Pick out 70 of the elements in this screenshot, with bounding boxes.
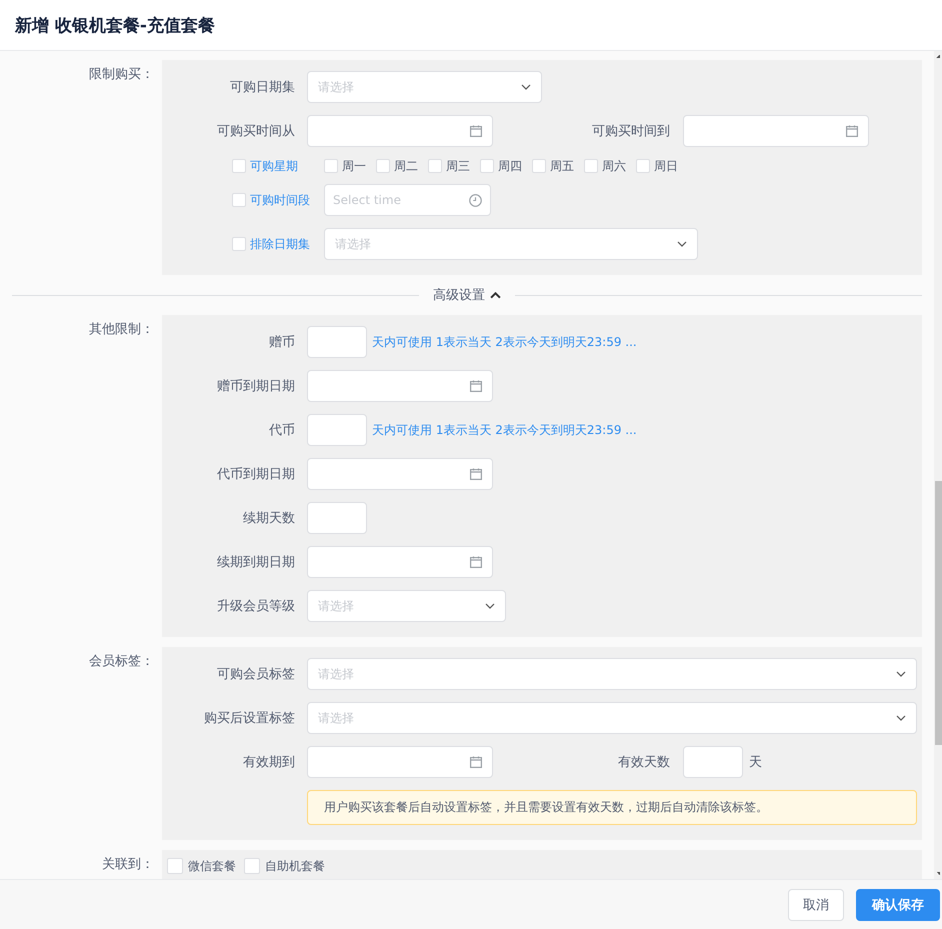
- chevron-down-icon: [521, 84, 531, 90]
- section-label: 会员标签：: [89, 654, 154, 669]
- calendar-icon: [470, 756, 482, 768]
- field-label: 代币: [268, 422, 295, 439]
- hint-text: 天内可使用 1表示当天 2表示今天到明天23:59 ...: [372, 334, 637, 350]
- calendar-icon: [470, 556, 482, 568]
- hint-text: 天内可使用 1表示当天 2表示今天到明天23:59 ...: [372, 422, 637, 438]
- dialog-title: 新增 收银机套餐-充值套餐: [15, 14, 215, 36]
- advanced-settings-toggle[interactable]: 高级设置: [419, 286, 515, 304]
- calendar-icon: [470, 380, 482, 392]
- save-button[interactable]: 确认保存: [856, 888, 940, 920]
- field-label: 续期天数: [242, 510, 295, 527]
- unit-text: 天: [749, 754, 762, 771]
- checkbox[interactable]: [428, 159, 442, 173]
- field-label: 可购买时间从: [216, 123, 295, 140]
- section-label: 限制购买：: [89, 67, 154, 82]
- checkbox[interactable]: [244, 858, 260, 874]
- field-label: 有效期到: [242, 754, 295, 771]
- scrollbar[interactable]: [934, 51, 942, 879]
- checkbox-label[interactable]: 周三: [446, 158, 470, 174]
- checkbox-label[interactable]: 周日: [654, 158, 678, 174]
- checkbox[interactable]: [324, 159, 338, 173]
- calendar-icon: [470, 468, 482, 480]
- field-label: 可购日期集: [229, 79, 295, 96]
- clock-icon: [469, 194, 482, 206]
- info-alert: 用户购买该套餐后自动设置标签，并且需要设置有效天数，过期后自动清除该标签。: [307, 790, 917, 825]
- field-label: 可购会员标签: [216, 666, 295, 683]
- field-label: 赠币到期日期: [216, 378, 295, 395]
- date-field[interactable]: [307, 115, 493, 147]
- field-label: 升级会员等级: [216, 598, 295, 615]
- field-label: 可购买时间到: [591, 123, 670, 140]
- checkbox[interactable]: [232, 193, 246, 207]
- field-label: 续期到期日期: [216, 554, 295, 571]
- checkbox[interactable]: [480, 159, 494, 173]
- section-label: 其他限制：: [89, 322, 154, 337]
- calendar-icon: [470, 125, 482, 137]
- checkbox[interactable]: [532, 159, 546, 173]
- checkbox-label[interactable]: 微信套餐: [188, 858, 236, 874]
- field-label: 赠币: [268, 334, 295, 351]
- input-field[interactable]: [307, 502, 367, 534]
- section-label: 关联到：: [102, 857, 154, 872]
- checkbox-label[interactable]: 周四: [498, 158, 522, 174]
- date-field[interactable]: [307, 370, 493, 402]
- checkbox[interactable]: [376, 159, 390, 173]
- chevron-down-icon: [896, 715, 906, 721]
- input-field[interactable]: [307, 414, 367, 446]
- date-field[interactable]: [683, 115, 869, 147]
- checkbox[interactable]: [232, 159, 246, 173]
- chevron-down-icon: [677, 241, 687, 247]
- checkbox[interactable]: [167, 858, 183, 874]
- field-label: 有效天数: [617, 754, 670, 771]
- calendar-icon: [846, 125, 858, 137]
- checkbox-label[interactable]: 周六: [602, 158, 626, 174]
- field-label: 购买后设置标签: [203, 710, 295, 727]
- field-label: 代币到期日期: [216, 466, 295, 483]
- chevron-down-icon: [485, 603, 495, 609]
- checkbox-label[interactable]: 自助机套餐: [265, 858, 325, 874]
- checkbox-label[interactable]: 周二: [394, 158, 418, 174]
- date-field[interactable]: [307, 458, 493, 490]
- checkbox-label[interactable]: 周一: [342, 158, 366, 174]
- input-field[interactable]: [683, 746, 743, 778]
- cancel-button[interactable]: 取消: [788, 888, 844, 920]
- date-field[interactable]: [307, 746, 493, 778]
- checkbox[interactable]: [636, 159, 650, 173]
- checkbox-label[interactable]: 周五: [550, 158, 574, 174]
- checkbox[interactable]: [584, 159, 598, 173]
- chevron-down-icon: [896, 671, 906, 677]
- date-field[interactable]: [307, 546, 493, 578]
- input-field[interactable]: [307, 326, 367, 358]
- checkbox[interactable]: [232, 237, 246, 251]
